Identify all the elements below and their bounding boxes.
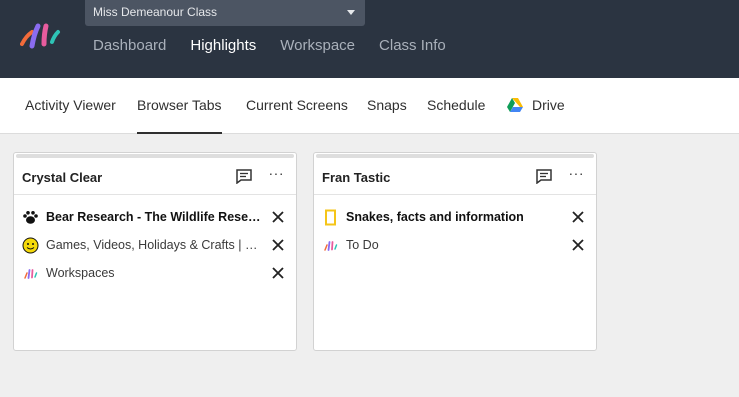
more-options-icon[interactable]: ··· [569, 165, 585, 181]
sub-nav: Activity Viewer Browser Tabs Current Scr… [0, 78, 739, 134]
close-icon[interactable] [272, 239, 284, 251]
class-select-label: Miss Demeanour Class [93, 5, 218, 19]
student-card: Fran Tastic ··· Snakes, facts and inform… [313, 152, 597, 351]
tab-title: Snakes, facts and information [346, 210, 524, 224]
close-icon[interactable] [572, 211, 584, 223]
tab-title: Bear Research - The Wildlife Research In… [46, 210, 264, 224]
nav-class-info[interactable]: Class Info [379, 37, 446, 54]
tab-title: To Do [346, 238, 379, 252]
app-logo-icon[interactable] [20, 22, 64, 52]
top-bar: Miss Demeanour Class Dashboard Highlight… [0, 0, 739, 78]
chevron-down-icon [347, 10, 355, 15]
list-item[interactable]: Games, Videos, Holidays & Crafts | PBS K… [22, 236, 290, 256]
natgeo-frame-icon [325, 209, 336, 226]
message-icon[interactable] [236, 169, 252, 184]
smiley-icon [22, 237, 39, 254]
app-logo-icon [324, 241, 338, 251]
close-icon[interactable] [272, 211, 284, 223]
card-header: Crystal Clear ··· [14, 159, 296, 195]
close-icon[interactable] [572, 239, 584, 251]
list-item[interactable]: Snakes, facts and information [322, 208, 590, 228]
card-status-stripe [16, 154, 294, 158]
list-item[interactable]: Bear Research - The Wildlife Research In… [22, 208, 290, 228]
list-item[interactable]: Workspaces [22, 264, 290, 284]
nav-workspace[interactable]: Workspace [280, 37, 355, 54]
paw-icon [23, 211, 38, 224]
student-card: Crystal Clear ··· Bear Research - The Wi… [13, 152, 297, 351]
app-logo-icon [24, 269, 38, 279]
more-options-icon[interactable]: ··· [269, 165, 285, 181]
nav-highlights[interactable]: Highlights [190, 37, 256, 54]
card-status-stripe [316, 154, 594, 158]
tab-snaps[interactable]: Snaps [367, 78, 407, 134]
close-icon[interactable] [272, 267, 284, 279]
main-nav: Dashboard Highlights Workspace Class Inf… [93, 37, 470, 54]
student-name: Fran Tastic [322, 170, 391, 185]
google-drive-icon [507, 98, 523, 112]
tab-title: Workspaces [46, 266, 115, 280]
class-select[interactable]: Miss Demeanour Class [85, 0, 365, 26]
tab-title: Games, Videos, Holidays & Crafts | PBS K… [46, 238, 264, 252]
tab-current-screens[interactable]: Current Screens [246, 78, 348, 134]
tab-activity-viewer[interactable]: Activity Viewer [25, 78, 116, 134]
nav-dashboard[interactable]: Dashboard [93, 37, 166, 54]
tab-drive[interactable]: Drive [507, 78, 565, 134]
card-header: Fran Tastic ··· [314, 159, 596, 195]
tab-browser-tabs[interactable]: Browser Tabs [137, 78, 222, 134]
student-name: Crystal Clear [22, 170, 103, 185]
tab-schedule[interactable]: Schedule [427, 78, 485, 134]
message-icon[interactable] [536, 169, 552, 184]
list-item[interactable]: To Do [322, 236, 590, 256]
tab-drive-label: Drive [532, 97, 565, 113]
